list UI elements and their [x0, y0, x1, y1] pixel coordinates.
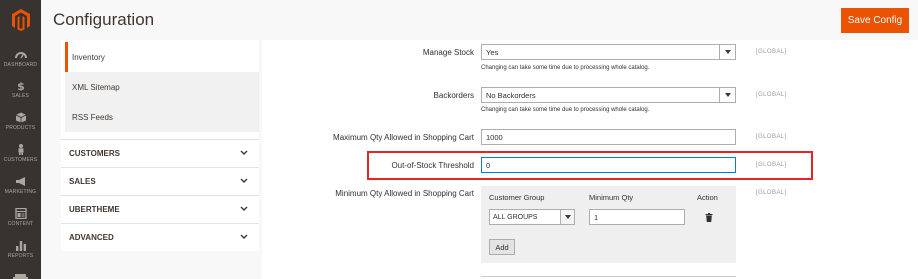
max-qty-input[interactable]: 1000 [481, 129, 736, 145]
layout-icon [14, 207, 27, 219]
nav-marketing-label: MARKETING [4, 188, 37, 195]
tab-group-customers[interactable]: CUSTOMERS [61, 139, 259, 167]
person-icon [18, 143, 23, 155]
page-header: Configuration Save Config [41, 0, 918, 40]
chevron-down-icon [240, 206, 248, 211]
tab-group-label: CUSTOMERS [69, 149, 120, 158]
dollar-icon: $ [17, 80, 25, 91]
config-tabs: Inventory XML Sitemap RSS Feeds CUSTOMER… [61, 40, 259, 251]
box-icon [15, 112, 26, 122]
admin-sidebar: DASHBOARD $ SALES PRODUCTS CUSTOMERS MAR… [0, 0, 41, 279]
tab-group-ubertheme[interactable]: UBERTHEME [61, 195, 259, 223]
nav-content-label: CONTENT [7, 220, 34, 227]
annotation-highlight-box [367, 151, 813, 180]
page-title: Configuration [53, 10, 155, 29]
nav-sales-label: SALES [11, 92, 30, 99]
nav-sales[interactable]: $ SALES [0, 74, 41, 104]
nav-customers[interactable]: CUSTOMERS [0, 138, 41, 168]
bar-chart-icon [15, 240, 26, 251]
config-form: Manage Stock Yes Changing can take some … [262, 40, 918, 279]
max-qty-label: Maximum Qty Allowed in Shopping Cart [333, 133, 474, 142]
col-customer-group: Customer Group [489, 193, 545, 202]
min-qty-scope: [GLOBAL] [756, 190, 787, 196]
store-icon[interactable] [13, 270, 28, 279]
next-field-edge [481, 276, 736, 277]
dashboard-icon [14, 51, 27, 58]
nav-marketing[interactable]: MARKETING [0, 170, 41, 200]
chevron-down-icon [240, 234, 248, 239]
tab-group-label: SALES [69, 177, 96, 186]
nav-content[interactable]: CONTENT [0, 202, 41, 232]
nav-dashboard-label: DASHBOARD [3, 61, 38, 68]
manage-stock-value: Yes [486, 47, 499, 57]
backorders-value: No Backorders [486, 90, 536, 100]
backorders-select[interactable]: No Backorders [481, 87, 736, 103]
tab-rss-feeds[interactable]: RSS Feeds [65, 102, 259, 132]
nav-products-label: PRODUCTS [5, 124, 36, 131]
nav-dashboard[interactable]: DASHBOARD [0, 43, 41, 73]
col-minimum-qty: Minimum Qty [589, 193, 634, 202]
backorders-note: Changing can take some time due to proce… [481, 107, 650, 113]
add-row-button[interactable]: Add [489, 239, 515, 255]
nav-reports[interactable]: REPORTS [0, 234, 41, 264]
nav-customers-label: CUSTOMERS [3, 156, 38, 163]
dropdown-arrow-icon [719, 88, 735, 102]
min-qty-label: Minimum Qty Allowed in Shopping Cart [335, 189, 474, 198]
min-qty-table: Customer Group Minimum Qty Action ALL GR… [481, 186, 736, 263]
customer-group-value: ALL GROUPS [493, 213, 538, 221]
manage-stock-label: Manage Stock [422, 48, 474, 57]
chevron-down-icon [240, 150, 248, 155]
backorders-scope: [GLOBAL] [756, 92, 787, 98]
tab-group-label: UBERTHEME [69, 205, 120, 214]
backorders-label: Backorders [433, 91, 474, 100]
minimum-qty-input[interactable]: 1 [589, 209, 685, 225]
tab-group-label: ADVANCED [69, 233, 114, 242]
svg-text:$: $ [17, 80, 25, 91]
manage-stock-scope: [GLOBAL] [756, 49, 787, 55]
nav-products[interactable]: PRODUCTS [0, 106, 41, 136]
dropdown-arrow-icon [560, 210, 574, 224]
manage-stock-select[interactable]: Yes [481, 44, 736, 60]
trash-icon[interactable] [705, 213, 713, 222]
customer-group-select[interactable]: ALL GROUPS [489, 209, 575, 225]
chevron-down-icon [240, 178, 248, 183]
megaphone-icon [15, 176, 25, 186]
tab-group-sales[interactable]: SALES [61, 167, 259, 195]
col-action: Action [697, 193, 718, 202]
tab-group-advanced[interactable]: ADVANCED [61, 223, 259, 251]
dropdown-arrow-icon [719, 45, 735, 59]
tab-xml-sitemap[interactable]: XML Sitemap [65, 72, 259, 102]
max-qty-scope: [GLOBAL] [756, 134, 787, 140]
magento-logo-icon[interactable] [0, 0, 41, 40]
manage-stock-note: Changing can take some time due to proce… [481, 65, 650, 71]
save-config-button[interactable]: Save Config [841, 8, 909, 33]
tab-inventory[interactable]: Inventory [65, 42, 259, 72]
nav-reports-label: REPORTS [7, 252, 34, 259]
